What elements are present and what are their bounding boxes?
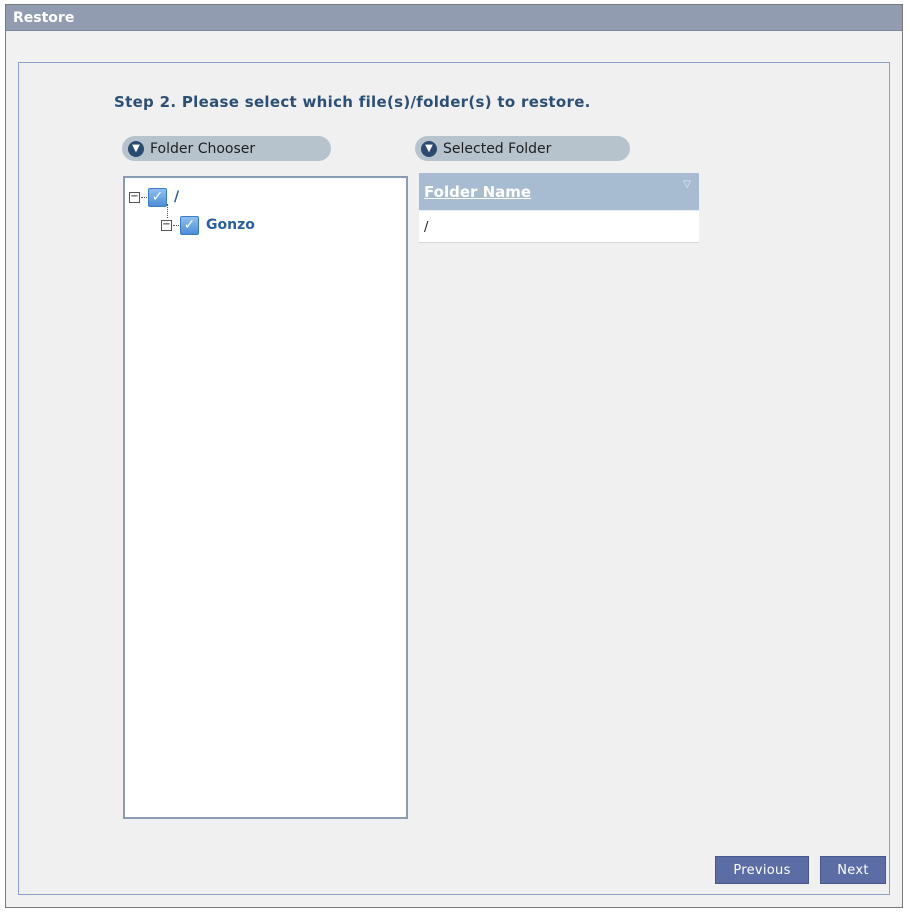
restore-window: Restore Step 2. Please select which file…	[5, 4, 903, 908]
tree-node-checkbox[interactable]: ✓	[148, 187, 167, 207]
folder-name-column-header[interactable]: Folder Name ▽	[419, 173, 699, 211]
table-row[interactable]: /	[419, 211, 699, 243]
tree-node-label[interactable]: /	[174, 189, 179, 205]
down-arrow-circle-icon: ▼	[421, 140, 437, 157]
tree-node-root: − ✓ /	[129, 186, 179, 208]
collapse-icon[interactable]: −	[161, 219, 172, 231]
step-title: Step 2. Please select which file(s)/fold…	[114, 93, 591, 111]
selected-folder-label: Selected Folder	[443, 140, 552, 157]
folder-name-header-label[interactable]: Folder Name	[424, 183, 531, 201]
folder-chooser-label: Folder Chooser	[150, 140, 256, 157]
tree-node-gonzo: − ✓ Gonzo	[161, 214, 255, 236]
tree-node-checkbox[interactable]: ✓	[180, 215, 199, 235]
folder-name-cell: /	[424, 220, 429, 235]
tree-node-label[interactable]: Gonzo	[206, 217, 255, 233]
tree-connector	[141, 196, 147, 198]
previous-button[interactable]: Previous	[715, 856, 809, 884]
window-title: Restore	[6, 5, 902, 31]
tree-connector	[173, 224, 179, 226]
selected-folder-header[interactable]: ▼ Selected Folder	[415, 136, 630, 161]
folder-tree[interactable]: − ✓ / − ✓ Gonzo	[123, 176, 408, 819]
folder-chooser-header[interactable]: ▼ Folder Chooser	[122, 136, 331, 161]
restore-panel: Step 2. Please select which file(s)/fold…	[18, 62, 890, 895]
collapse-icon[interactable]: −	[129, 191, 140, 203]
next-button[interactable]: Next	[820, 856, 886, 884]
down-arrow-circle-icon: ▼	[128, 140, 144, 157]
sort-desc-icon: ▽	[683, 179, 691, 190]
